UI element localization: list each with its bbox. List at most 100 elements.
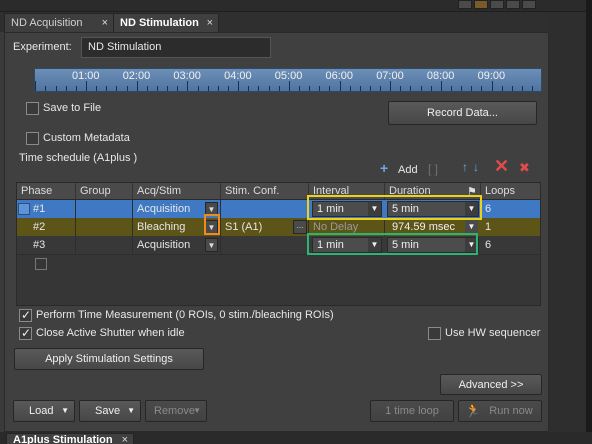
toolbar-button[interactable] [522,0,536,9]
move-up-icon[interactable]: ↑ [462,160,468,174]
zoom-icon[interactable] [474,0,488,9]
loops-cell[interactable]: 1 [481,218,540,236]
timeline-minor-tick [167,86,169,91]
highlight-bleaching-dropdown [204,214,220,235]
column-header-acq-stim[interactable]: Acq/Stim [133,183,221,200]
timeline-minor-tick [481,86,483,91]
timeline-minor-tick [410,86,412,91]
tab-nd-acquisition[interactable]: ND Acquisition × [4,13,114,32]
add-icon: + [380,160,389,176]
table-row-empty[interactable] [17,254,540,272]
timeline-minor-tick [491,81,493,91]
timeline-minor-tick [380,86,382,91]
tab-label: ND Stimulation [120,17,199,29]
loops-cell[interactable]: 6 [481,200,540,218]
time-measurement-checkbox[interactable] [19,308,32,322]
record-data-button[interactable]: Record Data... [388,101,537,125]
tab-label: A1plus Stimulation [13,434,113,444]
timeline-minor-tick [248,86,250,91]
timeline-minor-tick [258,86,260,91]
timeline-minor-tick [298,86,300,91]
highlight-interval-duration-row1 [307,195,482,220]
custom-metadata-label: Custom Metadata [43,132,130,144]
hw-sequencer-checkbox[interactable] [428,327,441,340]
remove-button[interactable]: Remove ▼ [145,400,207,422]
timeline-minor-tick [359,86,361,91]
move-down-icon[interactable]: ↓ [473,160,479,174]
timeline-minor-tick [65,86,67,91]
tab-nd-stimulation[interactable]: ND Stimulation × [113,13,219,32]
save-to-file-checkbox[interactable] [26,102,39,115]
delete-all-icon[interactable]: ✖ [519,160,530,176]
custom-metadata-checkbox[interactable] [26,132,39,145]
close-shutter-label: Close Active Shutter when idle [36,327,185,339]
timeline-minor-tick [136,81,138,91]
group-cell [76,200,133,218]
delete-icon[interactable]: ✕ [494,157,509,175]
load-button[interactable]: Load ▼ [13,400,75,422]
run-now-button[interactable]: 🏃 Run now [458,400,542,422]
window-edge [586,0,592,444]
chevron-down-icon[interactable]: ▼ [205,238,218,252]
apply-stimulation-settings-button[interactable]: Apply Stimulation Settings [14,348,204,370]
timeline-minor-tick [96,86,98,91]
timeline-minor-tick [197,86,199,91]
experiment-name-field[interactable]: ND Stimulation [81,37,271,58]
highlight-interval-duration-row3 [307,233,478,255]
stim-conf-ellipsis-button[interactable]: ... [293,220,307,234]
toolbar-button[interactable] [490,0,504,9]
timeline-minor-tick [329,86,331,91]
toolbar-strip [0,0,592,12]
timeline-minor-tick [106,86,108,91]
hw-sequencer-label: Use HW sequencer [445,327,541,339]
timeline-minor-tick [369,86,371,91]
timeline-minor-tick [400,86,402,91]
timeline-minor-tick [116,86,118,91]
column-header-phase[interactable]: Phase [17,183,76,200]
toolbar-button[interactable] [506,0,520,9]
timeline-minor-tick [319,86,321,91]
close-icon[interactable]: × [207,14,213,32]
timeline-minor-tick [440,81,442,91]
phase-cell: #1 [29,200,76,218]
bracket-icon[interactable]: [ ] [428,162,438,176]
one-time-loop-button[interactable]: 1 time loop [370,400,454,422]
timeline-minor-tick [451,86,453,91]
column-header-loops[interactable]: Loops [481,183,540,200]
timeline-minor-tick [227,86,229,91]
timeline-tick-label: 06:00 [325,70,354,82]
timeline-minor-tick [177,86,179,91]
close-icon[interactable]: × [122,434,128,444]
timeline-minor-tick [187,81,189,91]
timeline-tick-label: 07:00 [376,70,404,82]
column-header-group[interactable]: Group [76,183,133,200]
tab-label: ND Acquisition [11,17,83,29]
timeline-minor-tick [339,81,341,91]
close-icon[interactable]: × [102,14,108,32]
close-shutter-checkbox[interactable] [19,326,32,340]
timeline-minor-tick [288,81,290,91]
timeline-tick-label: 04:00 [224,70,252,82]
tab-a1plus-stimulation[interactable]: A1plus Stimulation × [6,433,134,444]
column-header-stim-conf[interactable]: Stim. Conf. [221,183,309,200]
timeline-ruler[interactable]: 01:00 02:00 03:00 04:00 05:00 06:00 07:00 08:00… [34,68,542,92]
timeline-minor-tick [511,86,513,91]
loops-cell[interactable]: 6 [481,236,540,254]
advanced-button[interactable]: Advanced >> [440,374,542,395]
timeline-tick-label: 02:00 [122,70,151,82]
time-schedule-title: Time schedule (A1plus ) [19,152,138,164]
row-select-box[interactable] [35,258,47,270]
timeline-minor-tick [430,86,432,91]
timeline-minor-tick [126,86,128,91]
save-button[interactable]: Save ▼ [79,400,141,422]
phase-cell: #3 [29,236,76,254]
add-button[interactable]: Add [398,164,418,176]
timeline-minor-tick [522,86,524,91]
timeline-tick-label: 05:00 [274,70,303,82]
timeline-minor-tick [238,81,240,91]
timeline-minor-tick [420,86,422,91]
toolbar-button[interactable] [458,0,472,9]
timeline-tick-label: 03:00 [173,70,201,82]
chevron-down-icon: ▼ [61,406,69,415]
timeline-minor-tick [156,86,158,91]
